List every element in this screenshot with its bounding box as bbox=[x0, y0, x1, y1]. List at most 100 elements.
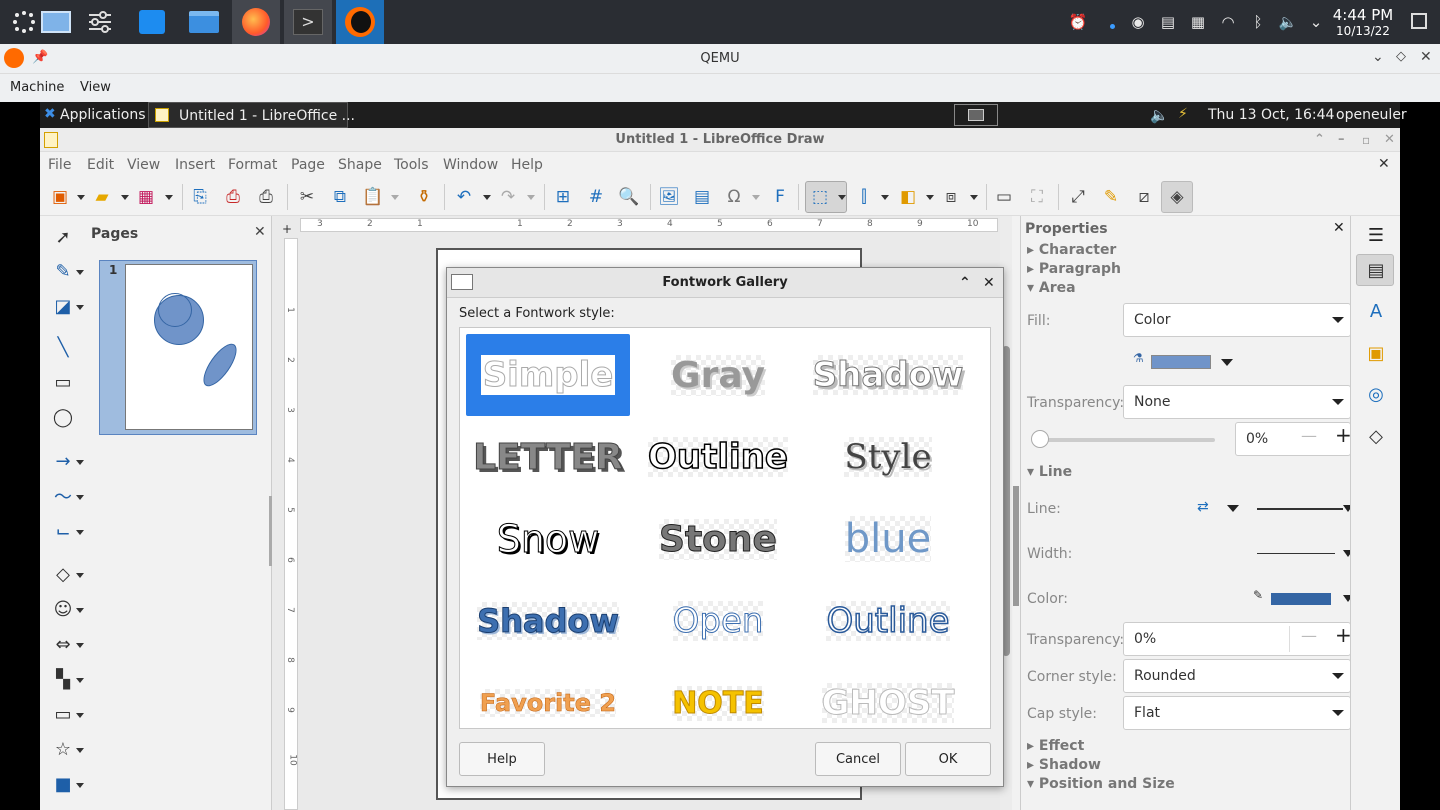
select-icon[interactable]: ➚ bbox=[50, 224, 76, 250]
menu-file[interactable]: File bbox=[48, 157, 71, 173]
chevron-down-icon[interactable] bbox=[76, 573, 84, 578]
section-paragraph[interactable]: ▸ Paragraph bbox=[1027, 261, 1121, 277]
chevron-down-icon[interactable] bbox=[76, 783, 84, 788]
clipboard-icon[interactable]: ▤ bbox=[1158, 12, 1178, 32]
collapse-icon[interactable]: ⌃ bbox=[959, 268, 971, 298]
help-button[interactable]: Help bbox=[459, 742, 545, 776]
fill-select[interactable]: Color bbox=[1123, 303, 1351, 337]
ellipse-tool-icon[interactable]: ◯ bbox=[50, 404, 76, 430]
chevron-down-icon[interactable] bbox=[165, 195, 173, 200]
helplines-icon[interactable]: # bbox=[584, 185, 608, 209]
gallery-icon[interactable]: ▣ bbox=[1363, 340, 1389, 366]
export-icon[interactable]: ⎘ bbox=[188, 185, 212, 209]
cut-icon[interactable]: ✂ bbox=[295, 185, 319, 209]
close-icon[interactable]: ✕ bbox=[1420, 49, 1432, 65]
section-shadow[interactable]: ▸ Shadow bbox=[1027, 757, 1101, 773]
menu-machine[interactable]: Machine bbox=[10, 80, 64, 95]
minimize-icon[interactable]: – bbox=[1338, 128, 1345, 152]
horizontal-ruler[interactable]: 3 2 1 1 2 3 4 5 6 7 8 9 10 bbox=[300, 218, 998, 232]
cancel-button[interactable]: Cancel bbox=[815, 742, 901, 776]
shapes-icon[interactable]: ◇ bbox=[1363, 423, 1389, 449]
chevron-down-icon[interactable] bbox=[838, 195, 846, 200]
rectangle-tool-icon[interactable]: ▭ bbox=[50, 369, 76, 395]
fontwork-style-style[interactable]: Style bbox=[806, 416, 970, 498]
lines-arrows-icon[interactable]: → bbox=[50, 448, 76, 474]
menu-help[interactable]: Help bbox=[511, 157, 543, 173]
applications-menu[interactable]: Applications bbox=[60, 107, 146, 123]
decrement-icon[interactable]: — bbox=[1301, 626, 1317, 645]
transparency-spin[interactable]: 0% bbox=[1235, 422, 1351, 456]
fontwork-style-shadow-gray[interactable]: Shadow bbox=[806, 334, 970, 416]
stars-icon[interactable]: ☆ bbox=[50, 736, 76, 762]
properties-icon[interactable]: ▤ bbox=[1363, 257, 1389, 283]
chevron-down-icon[interactable] bbox=[76, 608, 84, 613]
qemu-task-icon[interactable] bbox=[336, 0, 384, 44]
chevron-down-icon[interactable] bbox=[76, 678, 84, 683]
distribute-icon[interactable]: ⧈ bbox=[939, 185, 963, 209]
textbox-icon[interactable]: ▤ bbox=[690, 185, 714, 209]
paste-icon[interactable]: 📋 bbox=[361, 185, 385, 209]
sidebar-splitter[interactable] bbox=[1012, 216, 1020, 810]
block-arrows-icon[interactable]: ⇔ bbox=[50, 631, 76, 657]
settings-icon[interactable] bbox=[76, 0, 124, 44]
firefox-icon[interactable] bbox=[232, 0, 280, 44]
section-position-size[interactable]: ▾ Position and Size bbox=[1027, 776, 1175, 792]
sidebar-menu-icon[interactable]: ☰ bbox=[1363, 222, 1389, 248]
fontwork-style-outline-blue[interactable]: Outline bbox=[806, 580, 970, 662]
flowchart-icon[interactable]: ▚ bbox=[50, 666, 76, 692]
clock-time[interactable]: 4:44 PM bbox=[1328, 6, 1398, 24]
chevron-down-icon[interactable]: ⌄ bbox=[1372, 49, 1384, 65]
chevron-down-icon[interactable] bbox=[76, 748, 84, 753]
chevron-down-icon[interactable] bbox=[881, 195, 889, 200]
chevron-down-icon[interactable] bbox=[76, 495, 84, 500]
clone-formatting-icon[interactable]: ⚱ bbox=[412, 185, 436, 209]
ok-button[interactable]: OK bbox=[905, 742, 991, 776]
shadow-icon[interactable]: ▭ bbox=[992, 185, 1016, 209]
page-thumbnail[interactable]: 1 bbox=[99, 260, 257, 435]
draw-functions-icon[interactable]: ◈ bbox=[1165, 185, 1189, 209]
line-color-swatch[interactable] bbox=[1271, 593, 1331, 605]
close-icon[interactable]: ✕ bbox=[1384, 128, 1395, 152]
chevron-down-icon[interactable] bbox=[970, 195, 978, 200]
curves-icon[interactable]: 〜 bbox=[50, 483, 76, 509]
file-manager-icon[interactable] bbox=[180, 0, 228, 44]
menu-page[interactable]: Page bbox=[291, 157, 325, 173]
menu-shape[interactable]: Shape bbox=[338, 157, 382, 173]
toggle-extrusion-icon[interactable]: ⧄ bbox=[1132, 185, 1156, 209]
fontwork-style-snow[interactable]: Snow bbox=[466, 498, 630, 580]
workspace-icon[interactable] bbox=[954, 104, 998, 126]
chevron-down-icon[interactable]: ⌄ bbox=[1306, 12, 1326, 32]
volume-icon[interactable]: 🔈 bbox=[1278, 12, 1298, 32]
corner-style-select[interactable]: Rounded bbox=[1123, 659, 1351, 693]
fill-color-icon[interactable]: ⚗ bbox=[1133, 351, 1144, 365]
basic-shapes-icon[interactable]: ◇ bbox=[50, 561, 76, 587]
fontwork-style-open[interactable]: Open bbox=[636, 580, 800, 662]
store-icon[interactable] bbox=[128, 0, 176, 44]
splitter-handle[interactable] bbox=[1013, 486, 1019, 606]
navigator-icon[interactable]: ◎ bbox=[1363, 381, 1389, 407]
fontwork-style-blue[interactable]: blue bbox=[806, 498, 970, 580]
chevron-down-icon[interactable] bbox=[483, 195, 491, 200]
line-color-icon[interactable]: ✎ bbox=[50, 258, 76, 284]
fill-color-swatch[interactable] bbox=[1151, 355, 1211, 369]
close-icon[interactable]: ✕ bbox=[254, 224, 266, 240]
fill-color-icon[interactable]: ◪ bbox=[50, 293, 76, 319]
network-icon[interactable]: ⚡ bbox=[1178, 106, 1188, 122]
export-pdf-icon[interactable]: ⎙ bbox=[221, 185, 245, 209]
fontwork-style-note[interactable]: NOTE bbox=[636, 662, 800, 744]
show-desktop-icon[interactable] bbox=[1411, 13, 1427, 29]
terminal-icon[interactable]: > bbox=[284, 0, 332, 44]
section-line[interactable]: ▾ Line bbox=[1027, 464, 1072, 480]
zoom-icon[interactable]: 🔍 bbox=[617, 185, 641, 209]
fontwork-style-gray[interactable]: Gray bbox=[636, 334, 800, 416]
guest-datetime[interactable]: Thu 13 Oct, 16:44 bbox=[1208, 107, 1334, 123]
chevron-down-icon[interactable] bbox=[391, 195, 399, 200]
glue-icon[interactable]: ✎ bbox=[1099, 185, 1123, 209]
chevron-down-icon[interactable] bbox=[527, 195, 535, 200]
menu-tools[interactable]: Tools bbox=[394, 157, 429, 173]
guest-user[interactable]: openeuler bbox=[1336, 107, 1407, 123]
chevron-down-icon[interactable] bbox=[76, 713, 84, 718]
styles-icon[interactable]: A bbox=[1363, 298, 1389, 324]
copy-icon[interactable]: ⧉ bbox=[328, 185, 352, 209]
menu-insert[interactable]: Insert bbox=[175, 157, 215, 173]
